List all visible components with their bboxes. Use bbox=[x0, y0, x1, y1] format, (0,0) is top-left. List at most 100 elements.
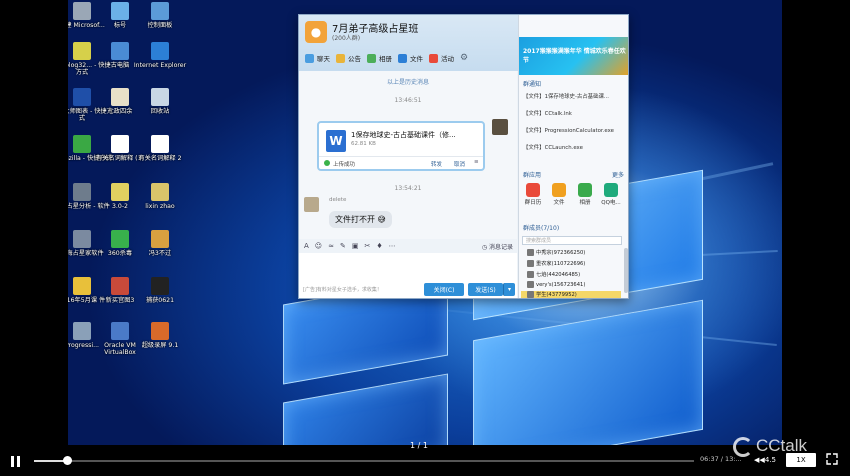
font-icon[interactable]: A bbox=[304, 242, 309, 250]
clock-icon: ◷ bbox=[481, 243, 488, 251]
rewind-icon: ◀◀ bbox=[754, 456, 765, 464]
input-toolbar: A ☺ ≈ ✎ ▣ ✂ ♦ ⋯ ◷ 消息记录 bbox=[299, 239, 517, 253]
send-button[interactable]: 发送(S) bbox=[468, 283, 503, 296]
chat-window[interactable]: ● 7月弟子高级占星班 (200人群) — □ ✕ 聊天 公告 相册 文件 活动… bbox=[298, 14, 629, 299]
menu-icon[interactable]: ≡ bbox=[474, 159, 479, 165]
message-area[interactable]: 以上是历史消息 13:46:51 W 1保存地球史-古占基础课件（修... 62… bbox=[299, 71, 517, 239]
more-link[interactable]: 更多 bbox=[612, 170, 624, 179]
upload-status: 上传成功 bbox=[333, 162, 356, 168]
desktop-icon[interactable]: 回收站 bbox=[129, 88, 191, 115]
notice-item[interactable]: 【文件】ProgressionCalculator.exe bbox=[523, 126, 614, 134]
app-label: 文件 bbox=[553, 200, 565, 206]
app-icon bbox=[111, 135, 129, 153]
tab-files[interactable]: 文件 bbox=[398, 53, 423, 63]
desktop-icon-label: 冯3不过 bbox=[148, 250, 172, 257]
image-icon[interactable]: ▣ bbox=[352, 242, 359, 250]
tab-label: 活动 bbox=[441, 55, 454, 63]
app-icon bbox=[151, 2, 169, 20]
attach-icon[interactable]: ♦ bbox=[376, 242, 382, 250]
tab-label: 相册 bbox=[379, 55, 392, 63]
app-qq-phone[interactable]: QQ电... bbox=[600, 183, 622, 206]
forward-link[interactable]: 转发 bbox=[431, 160, 442, 168]
word-file-icon: W bbox=[326, 130, 346, 152]
avatar[interactable] bbox=[304, 197, 319, 212]
emoji-icon[interactable]: ☺ bbox=[315, 242, 322, 250]
app-label: QQ电... bbox=[601, 200, 621, 206]
tab-chat[interactable]: 聊天 bbox=[305, 53, 330, 63]
sender-name: delete bbox=[329, 197, 347, 203]
avatar bbox=[527, 291, 534, 298]
app-files[interactable]: 文件 bbox=[548, 183, 570, 206]
desktop-icon[interactable]: lixin zhao bbox=[129, 183, 191, 210]
fullscreen-icon[interactable] bbox=[826, 453, 838, 465]
success-icon bbox=[324, 160, 330, 166]
avatar[interactable] bbox=[492, 119, 508, 135]
more-icon[interactable]: ⋯ bbox=[389, 242, 396, 250]
pause-button[interactable] bbox=[11, 456, 21, 467]
desktop-icon-label: 有关名词解释 2 bbox=[138, 155, 182, 162]
desktop-icon[interactable]: 控制面板 bbox=[129, 2, 191, 29]
file-card[interactable]: W 1保存地球史-古占基础课件（修... 62.81 KB 上传成功 转发 取消… bbox=[317, 121, 485, 171]
desktop-icon-label: 回收站 bbox=[150, 108, 170, 115]
app-icon bbox=[111, 277, 129, 295]
ad-hint: [广告]有料对星女子选手，求收集！ bbox=[303, 287, 382, 293]
tab-album[interactable]: 相册 bbox=[367, 53, 392, 63]
notice-item[interactable]: 【文件】1保存地球史-古占基础课... bbox=[523, 92, 609, 100]
desktop-icon[interactable]: 有关名词解释 2 bbox=[129, 135, 191, 162]
app-calendar[interactable]: 群日历 bbox=[522, 183, 544, 206]
history-button[interactable]: ◷ 消息记录 bbox=[482, 242, 513, 251]
member-item[interactable]: 中秀宗(972366250) bbox=[527, 249, 585, 256]
app-icon bbox=[151, 277, 169, 295]
progress-thumb[interactable] bbox=[63, 456, 72, 465]
emoji: 😅 bbox=[377, 215, 386, 224]
group-avatar[interactable]: ● bbox=[305, 21, 327, 43]
pen-icon[interactable]: ✎ bbox=[340, 242, 346, 250]
desktop-icon[interactable]: Internet Explorer bbox=[129, 42, 191, 69]
desktop-icon[interactable]: 捕获0621 bbox=[129, 277, 191, 304]
member-count: (200人群) bbox=[332, 35, 361, 42]
announcement-icon bbox=[336, 53, 345, 63]
member-item[interactable]: 重农家(110722696) bbox=[527, 260, 585, 267]
app-icon bbox=[111, 88, 129, 106]
send-options-button[interactable]: ▾ bbox=[503, 283, 515, 296]
history-link[interactable]: 以上是历史消息 bbox=[299, 77, 517, 86]
settings-button[interactable]: ⚙ bbox=[460, 53, 468, 63]
app-album[interactable]: 相册 bbox=[574, 183, 596, 206]
file-size: 62.81 KB bbox=[351, 141, 376, 147]
tab-announcement[interactable]: 公告 bbox=[336, 53, 361, 63]
tab-label: 聊天 bbox=[317, 55, 330, 63]
app-icon bbox=[111, 2, 129, 20]
rewind-button[interactable]: ◀◀ 4.5 bbox=[752, 453, 778, 467]
folder-icon bbox=[398, 53, 407, 63]
pause-bar bbox=[11, 456, 14, 467]
tab-label: 文件 bbox=[410, 55, 423, 63]
shake-icon[interactable]: ≈ bbox=[328, 242, 334, 250]
member-scrollbar[interactable] bbox=[624, 248, 628, 293]
promo-banner[interactable]: 2017猴猴猴满猴年华 情城欢乐春任欢节 bbox=[519, 37, 628, 75]
member-search-input[interactable]: 搜索群成员 bbox=[522, 236, 622, 245]
member-item[interactable]: 七焰(442046485) bbox=[527, 271, 580, 278]
members-title: 群成员(7/10) bbox=[523, 225, 560, 232]
progress-track[interactable] bbox=[34, 460, 694, 462]
tab-label: 公告 bbox=[348, 55, 361, 63]
tab-activity[interactable]: 活动 bbox=[429, 53, 454, 63]
desktop-icon[interactable]: 超级录屏 9.1 bbox=[129, 322, 191, 349]
chat-icon bbox=[305, 53, 314, 63]
desktop-icon-label: 标号 bbox=[113, 22, 127, 29]
member-item[interactable]: 学生(43779952) bbox=[521, 291, 621, 298]
notice-item[interactable]: 【文件】CCtalk.lnk bbox=[523, 109, 572, 117]
member-name: 七焰(442046485) bbox=[536, 272, 581, 278]
avatar bbox=[527, 271, 534, 278]
app-label: 群日历 bbox=[524, 200, 542, 206]
desktop: 新建 Microsof...标号控制面板astrolog32... - 快捷方式… bbox=[68, 0, 782, 463]
close-button[interactable]: 关闭(C) bbox=[424, 283, 464, 296]
notice-item[interactable]: 【文件】CCLaunch.exe bbox=[523, 143, 583, 151]
gear-icon: ⚙ bbox=[460, 53, 469, 63]
member-item[interactable]: very's(156723641) bbox=[527, 281, 585, 288]
caret-down-icon: ▾ bbox=[507, 286, 511, 293]
desktop-icon[interactable]: 冯3不过 bbox=[129, 230, 191, 257]
screenshot-icon[interactable]: ✂ bbox=[364, 242, 370, 250]
cancel-link[interactable]: 取消 bbox=[454, 160, 465, 168]
phone-icon bbox=[604, 183, 618, 197]
speed-button[interactable]: 1X bbox=[786, 453, 816, 467]
